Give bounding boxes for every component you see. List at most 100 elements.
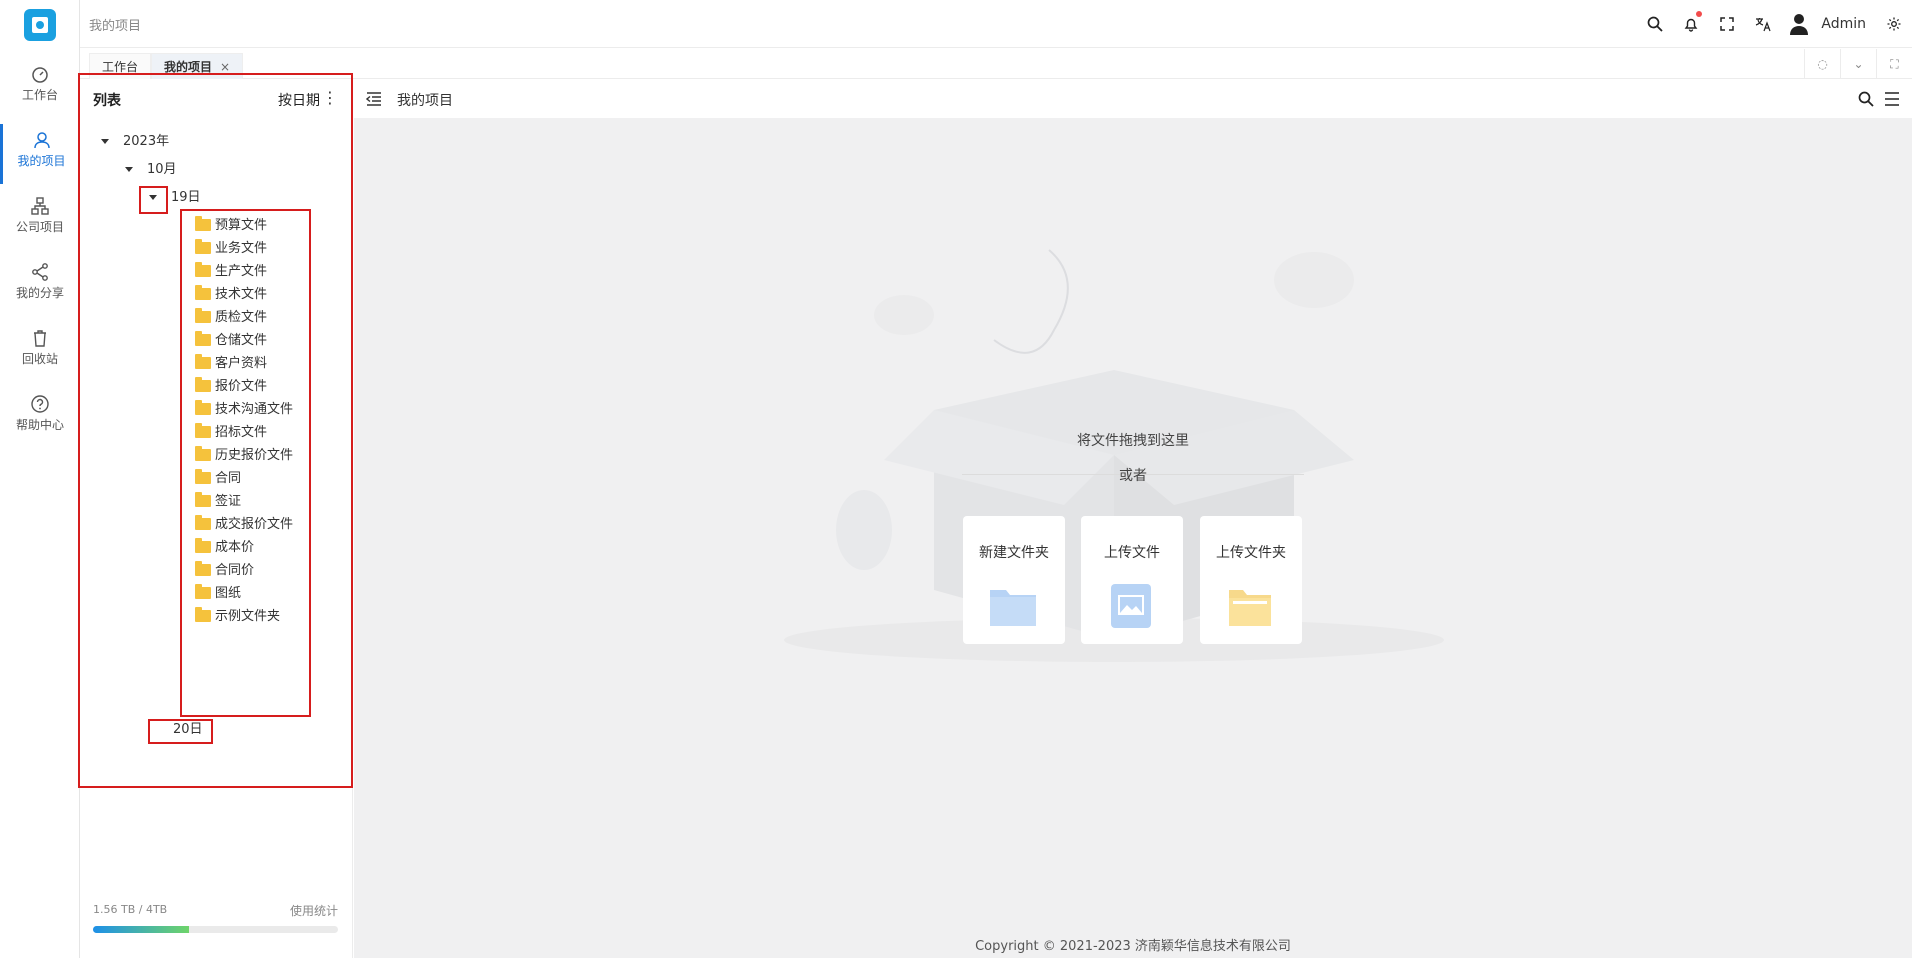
avatar[interactable]: [1789, 14, 1809, 35]
app-logo[interactable]: [24, 9, 56, 41]
tree-label: 19日: [171, 190, 201, 205]
storage-usage: 1.56 TB / 4TB 使用统计: [93, 902, 338, 933]
tab-my-projects[interactable]: 我的项目 ×: [151, 53, 244, 79]
upload-file-card[interactable]: 上传文件: [1081, 516, 1183, 644]
tree-label: 报价文件: [215, 379, 268, 394]
rail-label: 帮助中心: [15, 418, 64, 432]
tree-label: 2023年: [123, 134, 170, 149]
collapse-sidebar-icon[interactable]: [366, 92, 382, 106]
tree-label: 技术文件: [215, 287, 268, 302]
folder-icon: [195, 261, 211, 277]
storage-usage-text: 1.56 TB / 4TB: [93, 903, 168, 916]
folder-icon: [195, 353, 211, 369]
tab-dashboard[interactable]: 工作台: [89, 53, 152, 79]
trash-icon: [34, 330, 46, 347]
tree-label: 预算文件: [215, 218, 268, 233]
rail-label: 我的项目: [17, 154, 66, 168]
menu-icon[interactable]: [1884, 92, 1900, 106]
tree-node-month[interactable]: 10月: [125, 159, 177, 181]
folder-icon: [195, 215, 211, 231]
notification-dot: [1696, 11, 1703, 17]
maximize-icon[interactable]: ⛶: [1876, 49, 1912, 79]
caret-down-icon[interactable]: [125, 167, 133, 172]
tree-label: 成本价: [215, 540, 255, 555]
folder-icon: [990, 590, 1036, 626]
tree-folder-item[interactable]: 合同: [195, 468, 241, 490]
chevron-down-icon[interactable]: ⌄: [1840, 49, 1876, 79]
tree-folder-item[interactable]: 客户资料: [195, 353, 267, 375]
tree-folder-item[interactable]: 示例文件夹: [195, 606, 280, 628]
share-icon: [32, 263, 48, 281]
dashboard-icon: [32, 67, 48, 83]
refresh-icon[interactable]: ◌: [1804, 49, 1840, 79]
folder-icon: [195, 445, 211, 461]
upload-folder-card[interactable]: 上传文件夹: [1200, 516, 1302, 644]
org-chart-icon: [31, 197, 49, 215]
rail-item-company-projects[interactable]: 公司项目: [0, 190, 80, 250]
tree-folder-item[interactable]: 报价文件: [195, 376, 267, 398]
card-label: 新建文件夹: [979, 545, 1049, 561]
drop-hint: 将文件拖拽到这里: [1077, 433, 1189, 449]
new-folder-card[interactable]: 新建文件夹: [963, 516, 1065, 644]
fullscreen-icon[interactable]: [1717, 14, 1737, 34]
tree-folder-item[interactable]: 生产文件: [195, 261, 267, 283]
tree-folder-item[interactable]: 技术沟通文件: [195, 399, 293, 421]
copyright: Copyright © 2021-2023 济南颖华信息技术有限公司: [975, 939, 1291, 954]
usage-stats-link[interactable]: 使用统计: [290, 902, 338, 919]
tree-folder-item[interactable]: 历史报价文件: [195, 445, 293, 467]
tree-folder-item[interactable]: 预算文件: [195, 215, 267, 237]
tree-label: 业务文件: [215, 241, 268, 256]
breadcrumb: 我的项目: [89, 19, 142, 34]
panel-title: 列表: [93, 93, 121, 109]
rail-item-my-shares[interactable]: 我的分享: [0, 256, 80, 316]
tree-folder-item[interactable]: 成交报价文件: [195, 514, 293, 536]
rail-item-help-center[interactable]: 帮助中心: [0, 388, 80, 448]
tree-label: 10月: [147, 162, 177, 177]
tree-folder-item[interactable]: 图纸: [195, 583, 241, 605]
more-icon[interactable]: ⋮: [322, 88, 338, 107]
folder-icon: [195, 399, 211, 415]
folder-icon: [195, 491, 211, 507]
tree-folder-item[interactable]: 成本价: [195, 537, 254, 559]
sort-by-date-button[interactable]: 按日期: [278, 90, 320, 110]
tree-label: 合同: [215, 471, 242, 486]
tab-label: 工作台: [102, 60, 139, 74]
tree-label: 图纸: [215, 586, 242, 601]
rail-item-my-projects[interactable]: 我的项目: [0, 124, 80, 184]
tree-folder-item[interactable]: 签证: [195, 491, 241, 513]
tree-folder-item[interactable]: 仓储文件: [195, 330, 267, 352]
user-icon: [33, 132, 50, 149]
rail-label: 我的分享: [15, 286, 64, 300]
card-label: 上传文件: [1104, 545, 1160, 561]
tree-label: 合同价: [215, 563, 255, 578]
tree-folder-item[interactable]: 招标文件: [195, 422, 267, 444]
card-label: 上传文件夹: [1216, 545, 1286, 561]
search-icon[interactable]: [1858, 91, 1874, 107]
tree-folder-item[interactable]: 业务文件: [195, 238, 267, 260]
tree-label: 20日: [173, 722, 203, 737]
rail-item-recycle-bin[interactable]: 回收站: [0, 322, 80, 382]
rail-item-dashboard[interactable]: 工作台: [0, 58, 80, 118]
tree-folder-item[interactable]: 技术文件: [195, 284, 267, 306]
tree-label: 仓储文件: [215, 333, 268, 348]
caret-down-icon[interactable]: [149, 195, 157, 200]
storage-progress-bar: [93, 926, 338, 933]
tree-node-day-19[interactable]: 19日: [149, 187, 201, 209]
caret-down-icon[interactable]: [101, 139, 109, 144]
folder-icon: [195, 238, 211, 254]
tree-node-year[interactable]: 2023年: [101, 131, 169, 153]
bell-icon[interactable]: [1681, 11, 1703, 34]
tree-folder-item[interactable]: 合同价: [195, 560, 254, 582]
main-area: 我的项目 将文件拖拽到这里 或者 新建文件夹 上传文件 上传文件夹 Copyri…: [354, 80, 1912, 958]
search-icon[interactable]: [1645, 14, 1665, 34]
user-name[interactable]: Admin: [1821, 16, 1866, 32]
folder-icon: [1229, 590, 1271, 626]
folder-icon: [195, 284, 211, 300]
close-icon[interactable]: ×: [220, 60, 230, 74]
translate-icon[interactable]: [1753, 14, 1773, 34]
tree-node-day-20[interactable]: 20日: [173, 719, 203, 741]
gear-icon[interactable]: [1884, 14, 1904, 34]
tree-folder-item[interactable]: 质检文件: [195, 307, 267, 329]
storage-progress-fill: [93, 926, 189, 933]
tab-label: 我的项目: [164, 60, 213, 74]
